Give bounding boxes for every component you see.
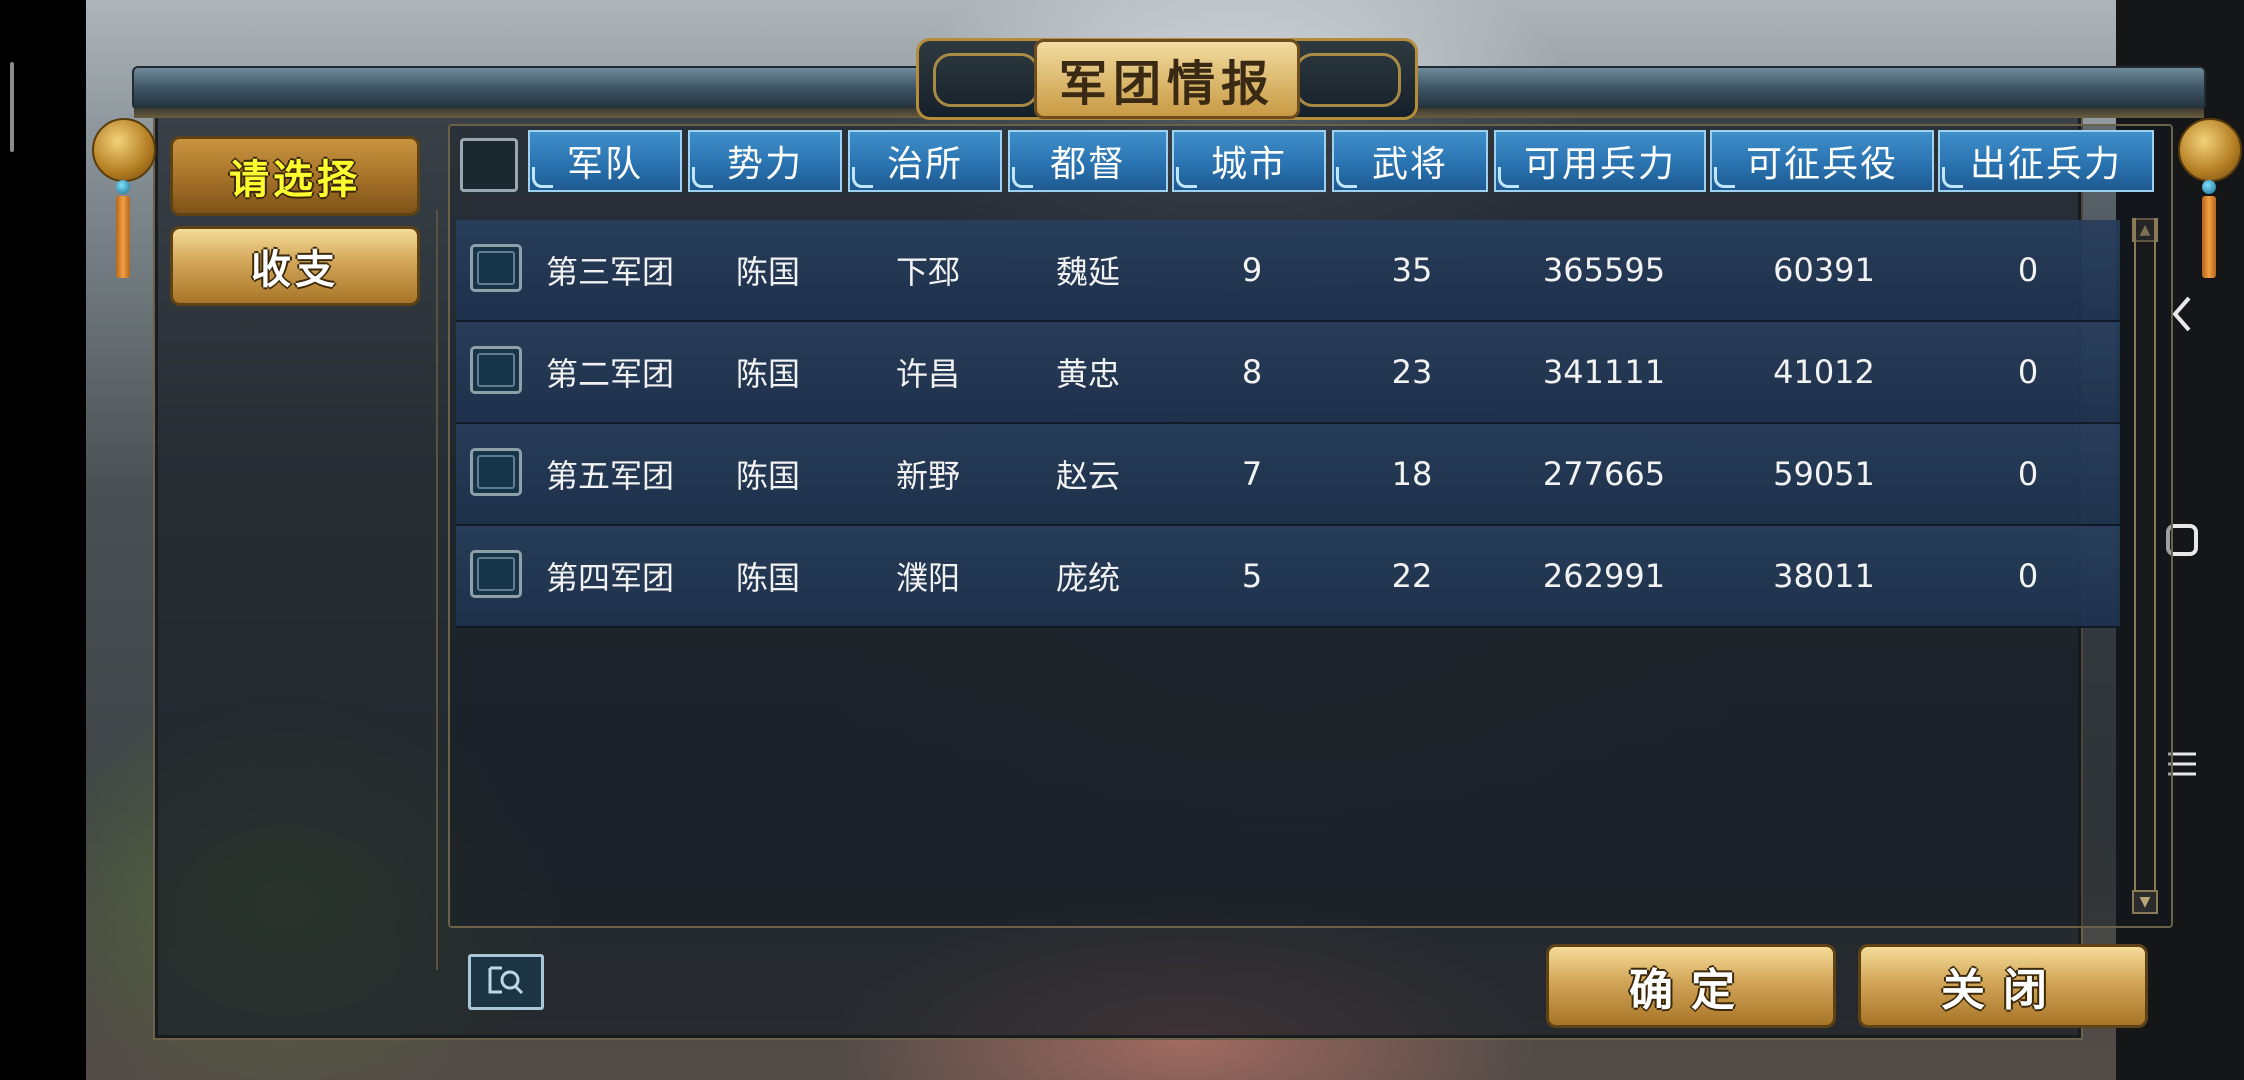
cell-generals: 22 xyxy=(1391,557,1433,595)
cell-seat: 新野 xyxy=(895,457,960,495)
cell-conscript: 38011 xyxy=(1773,557,1875,595)
select-all-checkbox[interactable] xyxy=(460,138,518,192)
cell-conscript: 41012 xyxy=(1773,353,1875,391)
row-checkbox[interactable] xyxy=(470,346,522,394)
scroll-down-icon[interactable]: ▼ xyxy=(2132,890,2158,914)
cell-generals: 35 xyxy=(1391,251,1433,289)
cell-faction: 陈国 xyxy=(735,355,800,393)
cell-conscript: 59051 xyxy=(1773,455,1875,493)
cell-commander: 黄忠 xyxy=(1055,355,1120,393)
tassel-bead-left xyxy=(116,180,130,194)
cell-cities: 9 xyxy=(1241,251,1263,289)
cell-available: 262991 xyxy=(1542,557,1666,595)
table-row[interactable]: 第三军团 陈国 下邳 魏延 9 35 365595 60391 0 xyxy=(456,220,2120,322)
search-button[interactable] xyxy=(468,954,544,1010)
title-plate: 军团情报 xyxy=(916,38,1418,120)
cell-faction: 陈国 xyxy=(735,559,800,597)
table-row[interactable]: 第四军团 陈国 濮阳 庞统 5 22 262991 38011 0 xyxy=(456,526,2120,628)
column-header-seat[interactable]: 治所 xyxy=(848,130,1002,192)
cell-commander: 赵云 xyxy=(1055,457,1120,495)
table-row[interactable]: 第二军团 陈国 许昌 黄忠 8 23 341111 41012 0 xyxy=(456,322,2120,424)
sidebar-item-finance[interactable]: 收支 xyxy=(170,226,420,306)
ornament-knob-left xyxy=(92,118,156,182)
page-title: 军团情报 xyxy=(1033,39,1300,119)
scrollbar[interactable] xyxy=(2134,218,2156,910)
tassel-right xyxy=(2202,196,2216,278)
sidebar-divider xyxy=(436,210,438,970)
tassel-left xyxy=(116,196,130,278)
column-header-army[interactable]: 军队 xyxy=(528,130,682,192)
cell-faction: 陈国 xyxy=(735,253,800,291)
cell-army: 第四军团 xyxy=(545,559,674,597)
row-checkbox[interactable] xyxy=(470,550,522,598)
cell-deployed: 0 xyxy=(2017,557,2039,595)
sidebar-item-label: 收支 xyxy=(251,247,339,293)
title-ornament-right xyxy=(1295,53,1401,107)
column-header-commander[interactable]: 都督 xyxy=(1008,130,1168,192)
cell-cities: 7 xyxy=(1241,455,1263,493)
cell-faction: 陈国 xyxy=(735,457,800,495)
sidebar-item-label: 请选择 xyxy=(229,157,361,203)
cell-commander: 庞统 xyxy=(1055,559,1120,597)
cell-seat: 下邳 xyxy=(895,253,960,291)
cell-available: 277665 xyxy=(1542,455,1666,493)
column-header-generals[interactable]: 武将 xyxy=(1332,130,1488,192)
ornament-knob-right xyxy=(2178,118,2242,182)
sidebar-item-select[interactable]: 请选择 xyxy=(170,136,420,216)
cell-deployed: 0 xyxy=(2017,251,2039,289)
column-header-conscript[interactable]: 可征兵役 xyxy=(1710,130,1934,192)
cell-cities: 5 xyxy=(1241,557,1263,595)
cell-cities: 8 xyxy=(1241,353,1263,391)
tassel-bead-right xyxy=(2202,180,2216,194)
table-row[interactable]: 第五军团 陈国 新野 赵云 7 18 277665 59051 0 xyxy=(456,424,2120,526)
cell-seat: 许昌 xyxy=(895,355,960,393)
column-header-deployed[interactable]: 出征兵力 xyxy=(1938,130,2154,192)
cell-army: 第三军团 xyxy=(545,253,674,291)
cell-deployed: 0 xyxy=(2017,455,2039,493)
cell-seat: 濮阳 xyxy=(895,559,960,597)
search-icon xyxy=(484,962,528,1002)
cell-army: 第二军团 xyxy=(545,355,674,393)
column-header-faction[interactable]: 势力 xyxy=(688,130,842,192)
cell-conscript: 60391 xyxy=(1773,251,1875,289)
edge-indicator xyxy=(10,62,14,152)
row-checkbox[interactable] xyxy=(470,448,522,496)
cell-generals: 23 xyxy=(1391,353,1433,391)
row-checkbox[interactable] xyxy=(470,244,522,292)
cell-available: 341111 xyxy=(1542,353,1666,391)
cell-commander: 魏延 xyxy=(1055,253,1120,291)
column-header-cities[interactable]: 城市 xyxy=(1172,130,1326,192)
cell-generals: 18 xyxy=(1391,455,1433,493)
close-button[interactable]: 关闭 xyxy=(1858,944,2148,1028)
cell-army: 第五军团 xyxy=(545,457,674,495)
cell-available: 365595 xyxy=(1542,251,1666,289)
title-ornament-left xyxy=(933,53,1039,107)
cell-deployed: 0 xyxy=(2017,353,2039,391)
confirm-button[interactable]: 确定 xyxy=(1546,944,1836,1028)
column-header-available[interactable]: 可用兵力 xyxy=(1494,130,1706,192)
